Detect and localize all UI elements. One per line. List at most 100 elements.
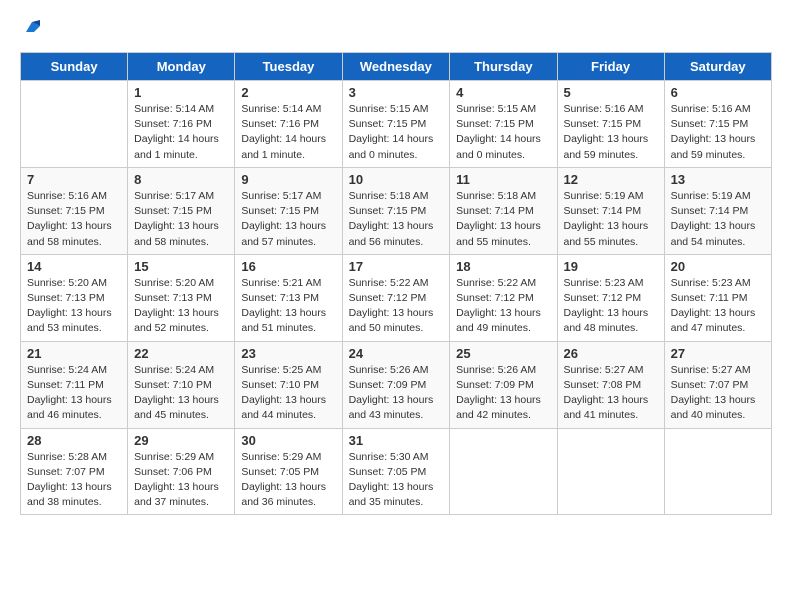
day-number: 26 [564,346,658,361]
calendar-cell: 29 Sunrise: 5:29 AM Sunset: 7:06 PM Dayli… [128,428,235,515]
calendar-cell [557,428,664,515]
day-number: 19 [564,259,658,274]
calendar-cell: 1 Sunrise: 5:14 AM Sunset: 7:16 PM Daylig… [128,81,235,168]
day-number: 5 [564,85,658,100]
day-info: Sunrise: 5:19 AM Sunset: 7:14 PM Dayligh… [671,189,765,250]
day-number: 6 [671,85,765,100]
calendar-cell: 13 Sunrise: 5:19 AM Sunset: 7:14 PM Dayli… [664,167,771,254]
calendar-cell: 27 Sunrise: 5:27 AM Sunset: 7:07 PM Dayli… [664,341,771,428]
calendar-cell: 30 Sunrise: 5:29 AM Sunset: 7:05 PM Dayli… [235,428,342,515]
day-info: Sunrise: 5:23 AM Sunset: 7:11 PM Dayligh… [671,276,765,337]
day-info: Sunrise: 5:14 AM Sunset: 7:16 PM Dayligh… [241,102,335,163]
day-info: Sunrise: 5:24 AM Sunset: 7:10 PM Dayligh… [134,363,228,424]
calendar-cell: 16Sunrise: 5:21 AM Sunset: 7:13 PM Dayli… [235,254,342,341]
weekday-header-tuesday: Tuesday [235,53,342,81]
calendar-cell: 26 Sunrise: 5:27 AM Sunset: 7:08 PM Dayli… [557,341,664,428]
day-number: 11 [456,172,550,187]
day-info: Sunrise: 5:16 AM Sunset: 7:15 PM Dayligh… [27,189,121,250]
calendar-cell: 18 Sunrise: 5:22 AM Sunset: 7:12 PM Dayli… [450,254,557,341]
calendar-cell: 11 Sunrise: 5:18 AM Sunset: 7:14 PM Dayli… [450,167,557,254]
day-number: 29 [134,433,228,448]
day-info: Sunrise: 5:19 AM Sunset: 7:14 PM Dayligh… [564,189,658,250]
day-number: 24 [349,346,444,361]
calendar-cell: 2 Sunrise: 5:14 AM Sunset: 7:16 PM Daylig… [235,81,342,168]
day-info: Sunrise: 5:18 AM Sunset: 7:14 PM Dayligh… [456,189,550,250]
day-info: Sunrise: 5:22 AM Sunset: 7:12 PM Dayligh… [349,276,444,337]
day-info: Sunrise: 5:24 AM Sunset: 7:11 PM Dayligh… [27,363,121,424]
weekday-header-friday: Friday [557,53,664,81]
day-info: Sunrise: 5:29 AM Sunset: 7:06 PM Dayligh… [134,450,228,511]
calendar-cell: 19 Sunrise: 5:23 AM Sunset: 7:12 PM Dayli… [557,254,664,341]
day-info: Sunrise: 5:20 AM Sunset: 7:13 PM Dayligh… [134,276,228,337]
day-info: Sunrise: 5:26 AM Sunset: 7:09 PM Dayligh… [349,363,444,424]
weekday-header-row: SundayMondayTuesdayWednesdayThursdayFrid… [21,53,772,81]
day-number: 9 [241,172,335,187]
calendar-week-5: 28 Sunrise: 5:28 AM Sunset: 7:07 PM Dayli… [21,428,772,515]
calendar-week-4: 21 Sunrise: 5:24 AM Sunset: 7:11 PM Dayli… [21,341,772,428]
day-number: 17 [349,259,444,274]
calendar-cell: 3 Sunrise: 5:15 AM Sunset: 7:15 PM Daylig… [342,81,450,168]
day-info: Sunrise: 5:14 AM Sunset: 7:16 PM Dayligh… [134,102,228,163]
weekday-header-saturday: Saturday [664,53,771,81]
day-number: 7 [27,172,121,187]
logo [20,20,40,36]
day-number: 23 [241,346,335,361]
day-number: 30 [241,433,335,448]
calendar-cell: 20 Sunrise: 5:23 AM Sunset: 7:11 PM Dayli… [664,254,771,341]
calendar-cell [664,428,771,515]
day-number: 8 [134,172,228,187]
calendar-week-3: 14Sunrise: 5:20 AM Sunset: 7:13 PM Dayli… [21,254,772,341]
calendar-cell: 17 Sunrise: 5:22 AM Sunset: 7:12 PM Dayli… [342,254,450,341]
calendar-cell: 24 Sunrise: 5:26 AM Sunset: 7:09 PM Dayli… [342,341,450,428]
day-info: Sunrise: 5:29 AM Sunset: 7:05 PM Dayligh… [241,450,335,511]
day-number: 4 [456,85,550,100]
calendar-cell: 25Sunrise: 5:26 AM Sunset: 7:09 PM Dayli… [450,341,557,428]
day-number: 28 [27,433,121,448]
calendar-week-1: 1 Sunrise: 5:14 AM Sunset: 7:16 PM Daylig… [21,81,772,168]
calendar-cell: 12Sunrise: 5:19 AM Sunset: 7:14 PM Dayli… [557,167,664,254]
weekday-header-wednesday: Wednesday [342,53,450,81]
calendar-cell: 10 Sunrise: 5:18 AM Sunset: 7:15 PM Dayli… [342,167,450,254]
calendar-cell: 5Sunrise: 5:16 AM Sunset: 7:15 PM Daylig… [557,81,664,168]
weekday-header-monday: Monday [128,53,235,81]
weekday-header-sunday: Sunday [21,53,128,81]
calendar-cell: 31 Sunrise: 5:30 AM Sunset: 7:05 PM Dayli… [342,428,450,515]
day-info: Sunrise: 5:15 AM Sunset: 7:15 PM Dayligh… [456,102,550,163]
day-info: Sunrise: 5:15 AM Sunset: 7:15 PM Dayligh… [349,102,444,163]
day-number: 10 [349,172,444,187]
calendar-cell: 14Sunrise: 5:20 AM Sunset: 7:13 PM Dayli… [21,254,128,341]
day-info: Sunrise: 5:27 AM Sunset: 7:08 PM Dayligh… [564,363,658,424]
weekday-header-thursday: Thursday [450,53,557,81]
day-info: Sunrise: 5:16 AM Sunset: 7:15 PM Dayligh… [671,102,765,163]
calendar-cell: 7 Sunrise: 5:16 AM Sunset: 7:15 PM Daylig… [21,167,128,254]
day-info: Sunrise: 5:30 AM Sunset: 7:05 PM Dayligh… [349,450,444,511]
day-number: 3 [349,85,444,100]
day-info: Sunrise: 5:28 AM Sunset: 7:07 PM Dayligh… [27,450,121,511]
day-info: Sunrise: 5:17 AM Sunset: 7:15 PM Dayligh… [134,189,228,250]
day-info: Sunrise: 5:20 AM Sunset: 7:13 PM Dayligh… [27,276,121,337]
day-number: 20 [671,259,765,274]
page-header [20,20,772,36]
day-info: Sunrise: 5:18 AM Sunset: 7:15 PM Dayligh… [349,189,444,250]
day-info: Sunrise: 5:23 AM Sunset: 7:12 PM Dayligh… [564,276,658,337]
calendar-table: SundayMondayTuesdayWednesdayThursdayFrid… [20,52,772,515]
calendar-week-2: 7 Sunrise: 5:16 AM Sunset: 7:15 PM Daylig… [21,167,772,254]
calendar-cell: 23Sunrise: 5:25 AM Sunset: 7:10 PM Dayli… [235,341,342,428]
day-number: 27 [671,346,765,361]
day-number: 13 [671,172,765,187]
day-info: Sunrise: 5:26 AM Sunset: 7:09 PM Dayligh… [456,363,550,424]
calendar-cell: 15Sunrise: 5:20 AM Sunset: 7:13 PM Dayli… [128,254,235,341]
day-info: Sunrise: 5:21 AM Sunset: 7:13 PM Dayligh… [241,276,335,337]
day-number: 31 [349,433,444,448]
calendar-cell: 8 Sunrise: 5:17 AM Sunset: 7:15 PM Daylig… [128,167,235,254]
day-number: 18 [456,259,550,274]
day-info: Sunrise: 5:22 AM Sunset: 7:12 PM Dayligh… [456,276,550,337]
day-number: 21 [27,346,121,361]
day-number: 2 [241,85,335,100]
day-number: 1 [134,85,228,100]
logo-bird-icon [22,18,40,36]
calendar-cell: 4 Sunrise: 5:15 AM Sunset: 7:15 PM Daylig… [450,81,557,168]
day-info: Sunrise: 5:27 AM Sunset: 7:07 PM Dayligh… [671,363,765,424]
day-number: 22 [134,346,228,361]
calendar-cell: 22 Sunrise: 5:24 AM Sunset: 7:10 PM Dayli… [128,341,235,428]
